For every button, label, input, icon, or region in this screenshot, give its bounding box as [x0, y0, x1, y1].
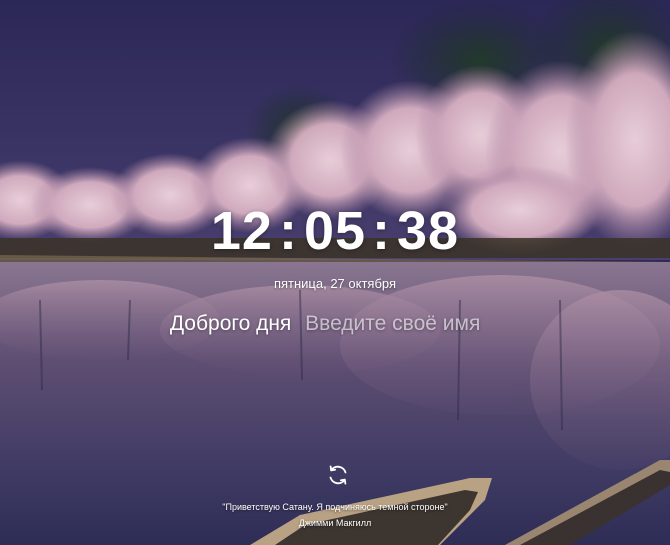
- greeting-text: Доброго дня: [169, 312, 292, 335]
- clock-separator: :: [278, 201, 298, 261]
- quote-text: "Приветствую Сатану. Я подчиняюсь темной…: [222, 502, 448, 512]
- clock: 12:05:38: [0, 200, 670, 262]
- clock-separator: :: [372, 201, 392, 261]
- clock-hours: 12: [210, 201, 273, 261]
- clock-minutes: 05: [303, 201, 367, 261]
- clock-seconds: 38: [397, 201, 460, 261]
- date-text: пятница, 27 октября: [273, 276, 397, 291]
- quote-author: Джимми Макгилл: [298, 518, 372, 528]
- greeting-row: Доброго дня: [0, 312, 670, 336]
- refresh-icon[interactable]: [326, 463, 350, 487]
- name-input[interactable]: [305, 312, 501, 336]
- new-tab-page: 12:05:38 пятница, 27 октября Доброго дня…: [0, 0, 670, 545]
